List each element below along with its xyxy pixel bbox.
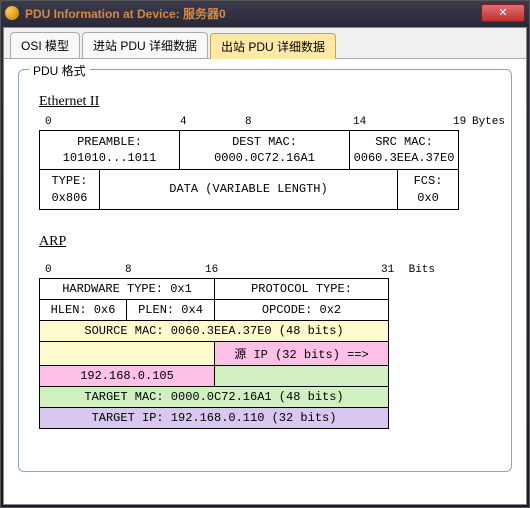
- arp-row-srcmac: SOURCE MAC: 0060.3EEA.37E0 (48 bits): [40, 320, 388, 341]
- arp-hlen-cell: HLEN: 0x6: [40, 300, 127, 320]
- eth-type-label: TYPE:: [42, 173, 97, 189]
- eth-preamble-value: 101010...1011: [42, 150, 177, 166]
- ruler-tick: 8: [245, 116, 252, 128]
- eth-srcmac-label: SRC MAC:: [352, 134, 456, 150]
- arp-hwtype-cell: HARDWARE TYPE: 0x1: [40, 279, 215, 299]
- titlebar[interactable]: PDU Information at Device: 服务器0 ✕: [1, 1, 529, 25]
- arp-row-lens: HLEN: 0x6 PLEN: 0x4 OPCODE: 0x2: [40, 299, 388, 320]
- ethernet-row-2: TYPE: 0x806 DATA (VARIABLE LENGTH) FCS: …: [40, 169, 458, 208]
- ruler-tick: 14: [353, 116, 366, 128]
- arp-table: HARDWARE TYPE: 0x1 PROTOCOL TYPE: HLEN: …: [39, 278, 389, 429]
- eth-destmac-label: DEST MAC:: [182, 134, 347, 150]
- ruler-tick: 0: [45, 264, 52, 276]
- tab-content: PDU 格式 Ethernet II 0 4 8 14 19 Bytes: [4, 59, 526, 504]
- ethernet-row-1: PREAMBLE: 101010...1011 DEST MAC: 0000.0…: [40, 131, 458, 169]
- ruler-tick: 0: [45, 116, 52, 128]
- ethernet-block: 0 4 8 14 19 Bytes PREAMBLE: 101010...101…: [39, 116, 459, 210]
- ruler-tick: 4: [180, 116, 187, 128]
- arp-ptype-cell: PROTOCOL TYPE:: [215, 279, 388, 299]
- arp-srcip-spacer: [40, 341, 215, 365]
- ruler-tick: 31: [381, 264, 394, 276]
- tab-inbound-pdu[interactable]: 进站 PDU 详细数据: [82, 32, 208, 58]
- arp-block: 0 8 16 31 Bits HARDWARE TYPE: 0x1 PROTOC…: [39, 264, 389, 429]
- eth-preamble-cell: PREAMBLE: 101010...1011: [40, 131, 180, 169]
- arp-srcip-label-cell: 源 IP (32 bits) ==>: [215, 341, 388, 365]
- arp-row-srcip-value: 192.168.0.105: [40, 365, 388, 386]
- ethernet-section-title: Ethernet II: [39, 94, 497, 110]
- ruler-tick: 19: [453, 116, 466, 128]
- eth-fcs-cell: FCS: 0x0: [398, 170, 458, 208]
- arp-opcode-cell: OPCODE: 0x2: [215, 300, 388, 320]
- pdu-format-group: PDU 格式 Ethernet II 0 4 8 14 19 Bytes: [18, 69, 512, 472]
- eth-srcmac-cell: SRC MAC: 0060.3EEA.37E0: [350, 131, 458, 169]
- ruler-unit: Bytes: [472, 116, 505, 128]
- ruler-tick: 16: [205, 264, 218, 276]
- window-title: PDU Information at Device: 服务器0: [25, 5, 481, 22]
- arp-plen-cell: PLEN: 0x4: [127, 300, 215, 320]
- arp-srcip-right-spacer: [215, 366, 388, 386]
- arp-tgtmac-cell: TARGET MAC: 0000.0C72.16A1 (48 bits): [40, 387, 388, 407]
- eth-data-label: DATA (VARIABLE LENGTH): [169, 181, 327, 197]
- arp-row-tgtmac: TARGET MAC: 0000.0C72.16A1 (48 bits): [40, 386, 388, 407]
- arp-row-hwtype: HARDWARE TYPE: 0x1 PROTOCOL TYPE:: [40, 279, 388, 299]
- eth-type-value: 0x806: [42, 190, 97, 206]
- ruler-unit: Bits: [409, 264, 435, 276]
- arp-ruler: 0 8 16 31 Bits: [45, 264, 435, 278]
- ethernet-ruler: 0 4 8 14 19 Bytes: [45, 116, 505, 130]
- tab-bar: OSI 模型 进站 PDU 详细数据 出站 PDU 详细数据: [4, 28, 526, 59]
- group-label: PDU 格式: [29, 62, 90, 79]
- arp-row-srcip-label: 源 IP (32 bits) ==>: [40, 341, 388, 365]
- pdu-window: PDU Information at Device: 服务器0 ✕ OSI 模型…: [0, 0, 530, 508]
- eth-type-cell: TYPE: 0x806: [40, 170, 100, 208]
- tab-osi-model[interactable]: OSI 模型: [10, 32, 80, 58]
- arp-section-title: ARP: [39, 234, 497, 250]
- eth-srcmac-value: 0060.3EEA.37E0: [352, 150, 456, 166]
- app-icon: [5, 6, 19, 20]
- eth-destmac-cell: DEST MAC: 0000.0C72.16A1: [180, 131, 350, 169]
- arp-srcmac-cell: SOURCE MAC: 0060.3EEA.37E0 (48 bits): [40, 321, 388, 341]
- eth-fcs-value: 0x0: [400, 190, 456, 206]
- arp-tgtip-cell: TARGET IP: 192.168.0.110 (32 bits): [40, 408, 388, 428]
- eth-fcs-label: FCS:: [400, 173, 456, 189]
- arp-srcip-value-cell: 192.168.0.105: [40, 366, 215, 386]
- ruler-tick: 8: [125, 264, 132, 276]
- arp-row-tgtip: TARGET IP: 192.168.0.110 (32 bits): [40, 407, 388, 428]
- horizontal-scrollbar[interactable]: [33, 439, 497, 457]
- eth-preamble-label: PREAMBLE:: [42, 134, 177, 150]
- ethernet-table: PREAMBLE: 101010...1011 DEST MAC: 0000.0…: [39, 130, 459, 210]
- eth-destmac-value: 0000.0C72.16A1: [182, 150, 347, 166]
- client-area: OSI 模型 进站 PDU 详细数据 出站 PDU 详细数据 PDU 格式 Et…: [3, 27, 527, 505]
- tab-outbound-pdu[interactable]: 出站 PDU 详细数据: [210, 33, 336, 59]
- close-button[interactable]: ✕: [481, 4, 525, 22]
- eth-data-cell: DATA (VARIABLE LENGTH): [100, 170, 398, 208]
